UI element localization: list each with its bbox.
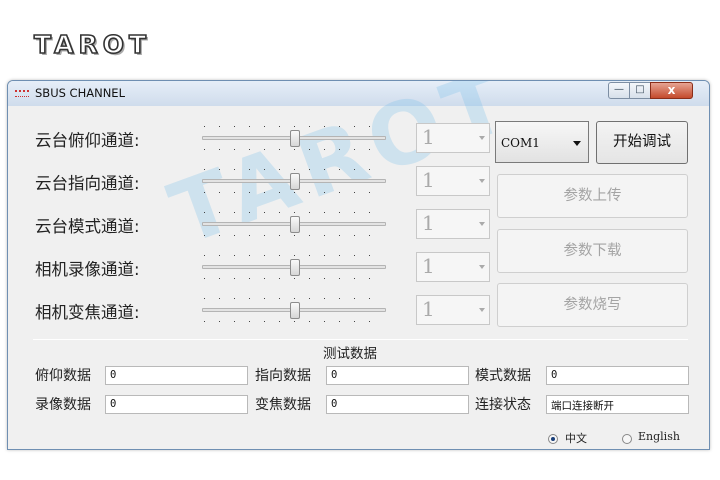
- chevron-down-icon: [479, 179, 485, 183]
- slider-thumb[interactable]: [290, 302, 300, 319]
- download-params-button[interactable]: 参数下载: [497, 229, 688, 273]
- heading-data-field[interactable]: 0: [326, 366, 469, 385]
- start-debug-button[interactable]: 开始调试: [596, 121, 688, 164]
- minimize-button[interactable]: —: [608, 82, 630, 99]
- mode-data-label: 模式数据: [475, 368, 531, 384]
- pitch-data-label: 俯仰数据: [35, 368, 91, 384]
- channel-label: 相机录像通道:: [35, 260, 140, 279]
- english-radio-label[interactable]: English: [638, 430, 680, 443]
- mode-data-field[interactable]: 0: [546, 366, 689, 385]
- slider-thumb[interactable]: [290, 259, 300, 276]
- connection-status-label: 连接状态: [475, 397, 531, 413]
- camera-record-slider[interactable]: [200, 250, 388, 286]
- channel-row-gimbal-mode: 云台模式通道: 1: [8, 207, 498, 243]
- channel-row-camera-record: 相机录像通道: 1: [8, 250, 498, 286]
- channel-row-gimbal-heading: 云台指向通道: 1: [8, 164, 498, 200]
- test-data-title: 测试数据: [323, 346, 377, 362]
- record-data-field[interactable]: 0: [105, 395, 248, 414]
- flash-params-button[interactable]: 参数烧写: [497, 283, 688, 327]
- slider-thumb[interactable]: [290, 130, 300, 147]
- gimbal-pitch-slider[interactable]: [200, 121, 388, 157]
- com-port-select[interactable]: COM1: [495, 121, 589, 163]
- record-data-label: 录像数据: [35, 397, 91, 413]
- camera-zoom-channel-select[interactable]: 1: [416, 295, 490, 325]
- english-radio[interactable]: [622, 434, 632, 444]
- channel-label: 相机变焦通道:: [35, 303, 140, 322]
- chevron-down-icon: [573, 141, 581, 146]
- gimbal-heading-slider[interactable]: [200, 164, 388, 200]
- camera-record-channel-select[interactable]: 1: [416, 252, 490, 282]
- gimbal-mode-slider[interactable]: [200, 207, 388, 243]
- sbus-channel-window: SBUS CHANNEL — □ x TAROT 云台俯仰通道: 1 云台指向通…: [7, 80, 710, 450]
- app-icon: [15, 90, 29, 97]
- upload-params-button[interactable]: 参数上传: [497, 174, 688, 218]
- chevron-down-icon: [479, 222, 485, 226]
- heading-data-label: 指向数据: [255, 368, 311, 384]
- channel-label: 云台指向通道:: [35, 174, 140, 193]
- chevron-down-icon: [479, 265, 485, 269]
- chevron-down-icon: [479, 308, 485, 312]
- slider-thumb[interactable]: [290, 173, 300, 190]
- main-panel: TAROT 云台俯仰通道: 1 云台指向通道: 1 云台模式通道: 1 相机录像…: [8, 81, 709, 449]
- chinese-radio-label[interactable]: 中文: [565, 430, 587, 446]
- title-bar[interactable]: SBUS CHANNEL — □ x: [8, 81, 709, 106]
- channel-label: 云台模式通道:: [35, 217, 140, 236]
- zoom-data-label: 变焦数据: [255, 397, 311, 413]
- pitch-data-field[interactable]: 0: [105, 366, 248, 385]
- tarot-logo: TAROT: [33, 29, 152, 60]
- maximize-button[interactable]: □: [629, 82, 651, 99]
- channel-label: 云台俯仰通道:: [35, 131, 140, 150]
- connection-status-field[interactable]: 端口连接断开: [546, 395, 689, 414]
- gimbal-heading-channel-select[interactable]: 1: [416, 166, 490, 196]
- close-button[interactable]: x: [650, 82, 693, 99]
- section-divider: [33, 339, 688, 340]
- channel-row-gimbal-pitch: 云台俯仰通道: 1: [8, 121, 498, 157]
- gimbal-mode-channel-select[interactable]: 1: [416, 209, 490, 239]
- gimbal-pitch-channel-select[interactable]: 1: [416, 123, 490, 153]
- zoom-data-field[interactable]: 0: [326, 395, 469, 414]
- chevron-down-icon: [479, 136, 485, 140]
- chinese-radio[interactable]: [548, 434, 558, 444]
- camera-zoom-slider[interactable]: [200, 293, 388, 329]
- window-title: SBUS CHANNEL: [35, 86, 125, 100]
- slider-thumb[interactable]: [290, 216, 300, 233]
- channel-row-camera-zoom: 相机变焦通道: 1: [8, 293, 498, 329]
